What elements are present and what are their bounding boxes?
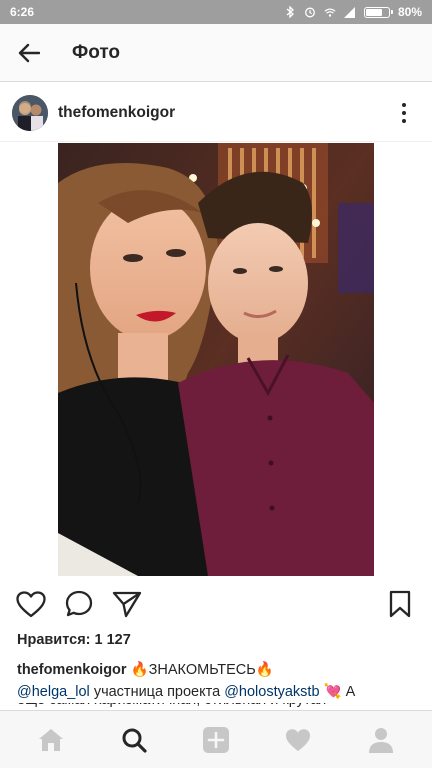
- comment-icon: [65, 590, 93, 617]
- fire-emoji: 🔥: [130, 662, 149, 678]
- nav-add-button[interactable]: [194, 718, 238, 762]
- nav-search-button[interactable]: [112, 718, 156, 762]
- post-username[interactable]: thefomenkoigor: [58, 104, 175, 122]
- battery-fill: [365, 8, 382, 16]
- caption-username[interactable]: thefomenkoigor: [17, 662, 127, 678]
- nav-activity-button[interactable]: [276, 718, 320, 762]
- heart-emoji: 💘: [323, 684, 342, 700]
- signal-icon: [343, 6, 356, 18]
- more-dot-icon: [402, 119, 406, 123]
- caption-text: А: [345, 684, 356, 700]
- mention-link[interactable]: @holostyakstb: [224, 684, 319, 700]
- heart-icon: [16, 590, 46, 617]
- fire-emoji: 🔥: [255, 662, 274, 678]
- caption-headline: ЗНАКОМЬТЕСЬ: [148, 662, 256, 678]
- bookmark-icon: [389, 590, 411, 618]
- post-caption: thefomenkoigor 🔥ЗНАКОМЬТЕСЬ🔥 @helga_lol …: [17, 659, 417, 703]
- page-title: Фото: [72, 41, 121, 63]
- more-dot-icon: [402, 111, 406, 115]
- profile-icon: [368, 727, 393, 753]
- nav-home-button[interactable]: [29, 718, 73, 762]
- like-button[interactable]: [15, 588, 47, 620]
- home-icon: [39, 728, 64, 751]
- battery-percent: 80%: [397, 5, 422, 19]
- avatar[interactable]: [12, 94, 48, 131]
- alarm-icon: [304, 6, 316, 18]
- share-button[interactable]: [111, 588, 143, 620]
- share-icon: [112, 591, 142, 618]
- save-button[interactable]: [384, 588, 416, 620]
- activity-icon: [286, 728, 311, 751]
- status-bar: 6:26 80%: [0, 0, 432, 24]
- comment-button[interactable]: [63, 588, 95, 620]
- status-time: 6:26: [10, 5, 35, 19]
- post-header: thefomenkoigor: [0, 84, 432, 142]
- battery-icon: [363, 6, 393, 18]
- mention-link[interactable]: @helga_lol: [17, 684, 90, 700]
- wifi-icon: [324, 6, 336, 18]
- add-icon: [202, 726, 229, 753]
- post-photo[interactable]: [58, 143, 374, 576]
- back-button[interactable]: [0, 24, 58, 82]
- post-actions: [0, 584, 432, 624]
- bottom-nav: [0, 710, 432, 768]
- status-icons: 80%: [284, 5, 422, 19]
- arrow-left-icon: [18, 43, 40, 62]
- app-bar: Фото: [0, 24, 432, 82]
- caption-text: участница проекта: [93, 684, 221, 700]
- more-options-button[interactable]: [394, 100, 414, 126]
- search-icon: [122, 728, 147, 753]
- nav-profile-button[interactable]: [359, 718, 403, 762]
- likes-count[interactable]: Нравится: 1 127: [17, 632, 131, 648]
- bluetooth-icon: [284, 6, 296, 18]
- more-dot-icon: [402, 103, 406, 107]
